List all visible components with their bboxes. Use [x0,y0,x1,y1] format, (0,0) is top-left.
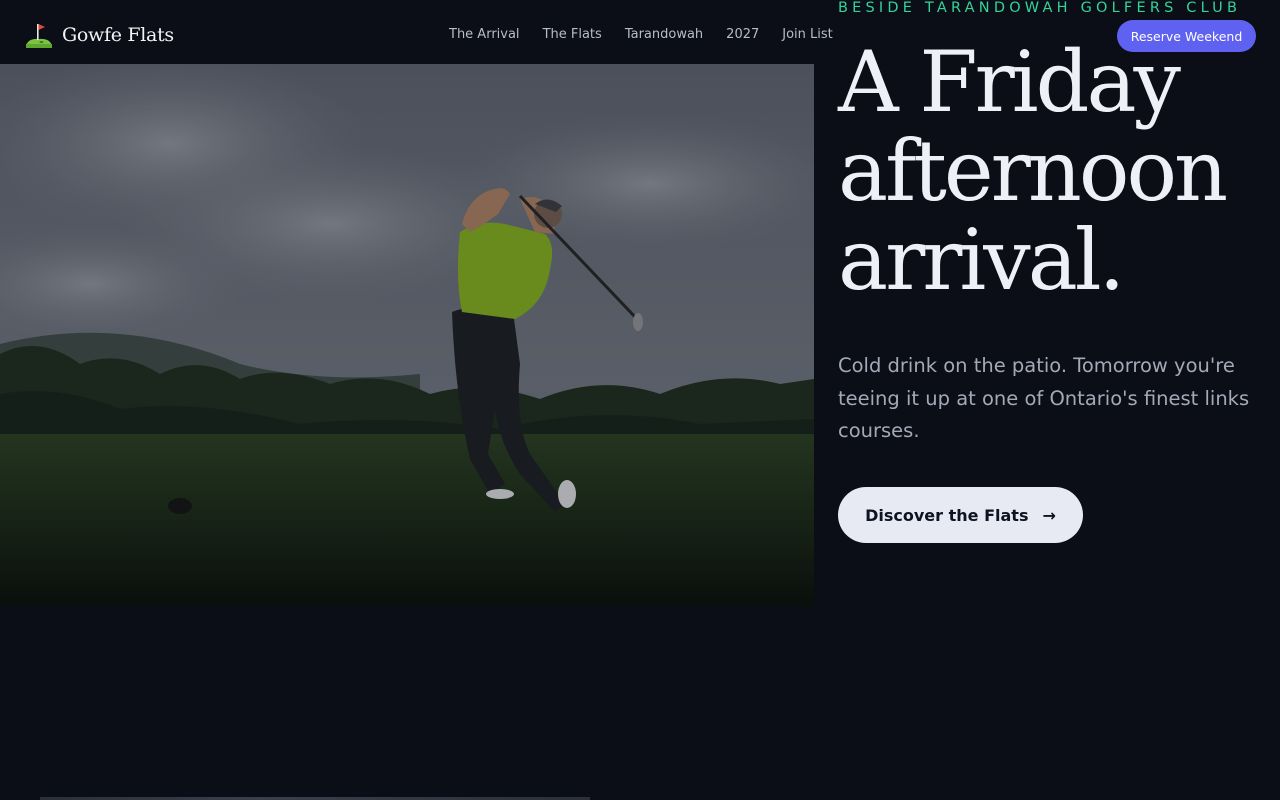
brand-name: Gowfe Flats [62,24,174,46]
hero-eyebrow: BESIDE TARANDOWAH GOLFERS CLUB [838,0,1242,16]
main-nav: The Arrival The Flats Tarandowah 2027 Jo… [438,27,844,42]
nav-item-the-arrival[interactable]: The Arrival [438,27,531,42]
hero-lede: Cold drink on the patio. Tomorrow you're… [838,354,1250,442]
brand[interactable]: Gowfe Flats [24,20,174,50]
nav-item-tarandowah[interactable]: Tarandowah [613,27,714,42]
nav-item-2027[interactable]: 2027 [715,27,771,42]
cta-label: Discover the Flats [865,505,1029,525]
golfer-swing-photo [0,64,814,607]
nav-item-join-list[interactable]: Join List [771,27,845,42]
hero-golfer-image [0,64,814,607]
golf-flag-icon [26,24,52,48]
nav-item-the-flats[interactable]: The Flats [531,27,613,42]
discover-the-flats-button[interactable]: Discover the Flats → [838,487,1083,543]
arrow-right-icon: → [1042,505,1056,525]
hero-headline: A Friday afternoon arrival. [838,33,1228,309]
